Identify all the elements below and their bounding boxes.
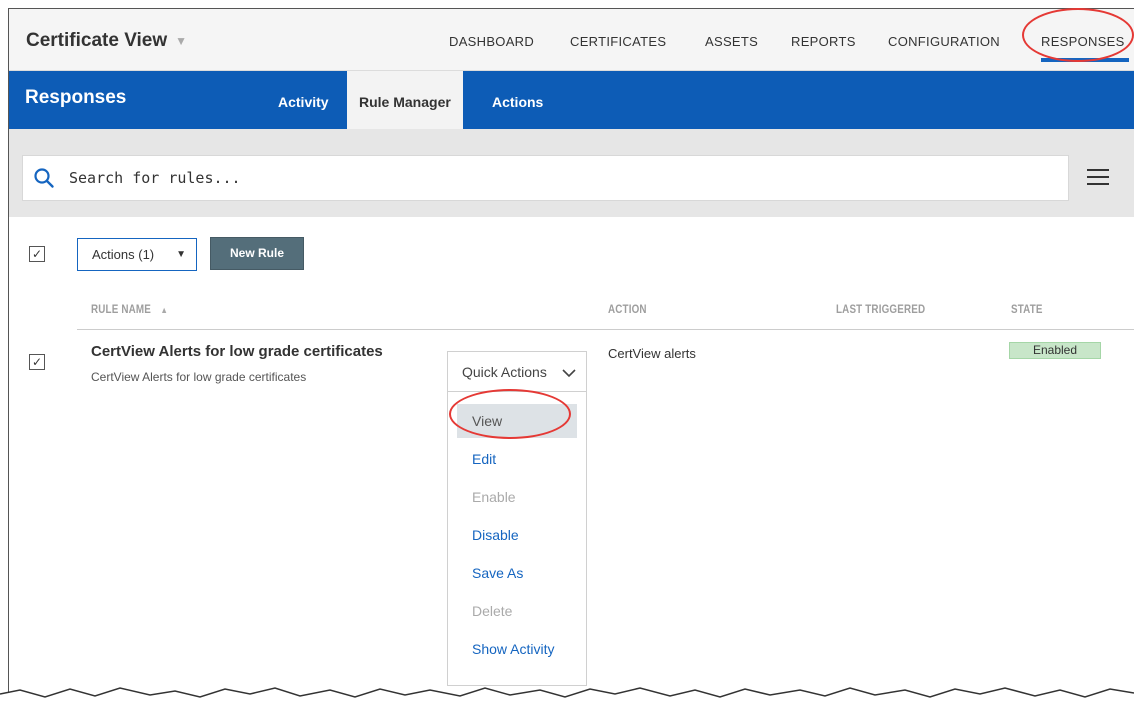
new-rule-button[interactable]: New Rule [210, 237, 304, 270]
annotation-circle-responses [1022, 8, 1134, 62]
nav-certificates[interactable]: CERTIFICATES [570, 34, 666, 49]
row-checkbox[interactable]: ✓ [29, 354, 45, 370]
search-box [22, 155, 1069, 201]
column-header-action[interactable]: ACTION [608, 302, 647, 316]
select-all-checkbox[interactable]: ✓ [29, 246, 45, 262]
caret-down-icon: ▼ [176, 249, 186, 260]
menu-item-disable[interactable]: Disable [457, 518, 577, 552]
tab-activity[interactable]: Activity [266, 71, 341, 129]
nav-configuration[interactable]: CONFIGURATION [888, 34, 1000, 49]
rule-action: CertView alerts [608, 346, 696, 361]
menu-item-show-activity[interactable]: Show Activity [457, 632, 577, 666]
rule-name[interactable]: CertView Alerts for low grade certificat… [91, 343, 383, 360]
section-title: Responses [25, 87, 127, 108]
app-title: Certificate View [26, 30, 168, 51]
column-header-state[interactable]: STATE [1011, 302, 1043, 316]
torn-edge-decoration [0, 687, 1134, 709]
nav-reports[interactable]: REPORTS [791, 34, 856, 49]
search-icon [34, 168, 54, 188]
tab-actions[interactable]: Actions [480, 71, 555, 129]
app-switcher[interactable]: Certificate View ▼ [26, 30, 187, 52]
quick-actions-button[interactable]: Quick Actions [447, 351, 587, 391]
nav-dashboard[interactable]: DASHBOARD [449, 34, 534, 49]
actions-dropdown-label: Actions (1) [92, 247, 155, 262]
nav-assets[interactable]: ASSETS [705, 34, 758, 49]
actions-dropdown[interactable]: Actions (1) ▼ [77, 238, 197, 271]
annotation-circle-view [449, 389, 571, 439]
status-badge: Enabled [1009, 342, 1101, 359]
caret-down-icon: ▼ [175, 33, 188, 48]
search-input[interactable] [69, 156, 1059, 200]
menu-item-edit[interactable]: Edit [457, 442, 577, 476]
header-divider [77, 329, 1134, 330]
search-panel [9, 129, 1134, 217]
hamburger-menu-icon[interactable] [1087, 169, 1109, 187]
column-header-last-triggered[interactable]: LAST TRIGGERED [836, 302, 925, 316]
tab-rule-manager[interactable]: Rule Manager [347, 71, 463, 129]
menu-item-enable: Enable [472, 489, 516, 505]
sort-ascending-icon: ▲ [160, 305, 168, 315]
top-navigation: Certificate View ▼ DASHBOARD CERTIFICATES… [9, 9, 1134, 71]
rule-description: CertView Alerts for low grade certificat… [91, 370, 307, 384]
column-header-rule-name[interactable]: RULE NAME ▲ [91, 302, 168, 316]
menu-item-save-as[interactable]: Save As [457, 556, 577, 590]
quick-actions-label: Quick Actions [462, 364, 547, 380]
section-header: Responses Activity Rule Manager Actions [9, 71, 1134, 129]
menu-item-delete: Delete [472, 603, 513, 619]
app-window: Certificate View ▼ DASHBOARD CERTIFICATES… [8, 8, 1134, 709]
chevron-down-icon [562, 352, 576, 392]
